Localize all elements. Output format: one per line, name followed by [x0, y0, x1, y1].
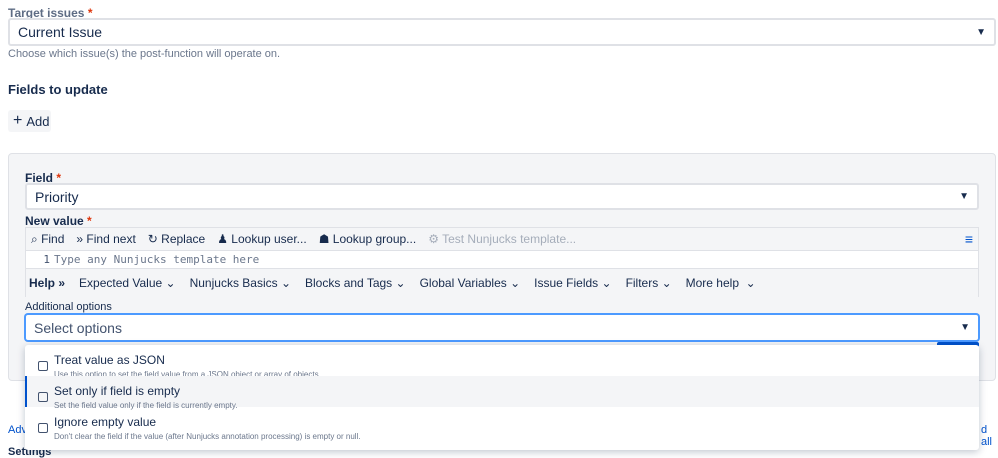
checkbox[interactable] [38, 423, 48, 433]
editor-placeholder[interactable]: Type any Nunjucks template here [54, 253, 259, 266]
add-button[interactable]: + Add [8, 110, 51, 132]
chevron-down-icon: ▼ [960, 322, 970, 333]
field-select[interactable]: Priority ▼ [25, 183, 979, 210]
fields-section-title: Fields to update [8, 82, 108, 97]
template-editor: ⌕ Find » Find next ↻ Replace ♟ Lookup us… [25, 227, 979, 297]
help-menu-more-help[interactable]: More help ⌄ [686, 276, 756, 290]
test-template-button[interactable]: ⚙ Test Nunjucks template... [428, 232, 576, 246]
help-menu-blocks-and-tags[interactable]: Blocks and Tags ⌄ [305, 276, 406, 290]
lookup-user-button[interactable]: ♟ Lookup user... [217, 232, 306, 246]
additional-options-label: Additional options [25, 301, 112, 313]
help-menu-global-variables[interactable]: Global Variables ⌄ [420, 276, 521, 290]
option-treat-json[interactable]: Treat value as JSON Use this option to se… [25, 345, 979, 379]
new-value-label: New value * [25, 214, 92, 228]
lookup-group-button[interactable]: ☗ Lookup group... [319, 232, 417, 246]
help-menu-expected-value[interactable]: Expected Value ⌄ [79, 276, 176, 290]
editor-line[interactable]: 1 Type any Nunjucks template here [26, 251, 978, 269]
help-menu-nunjucks-basics[interactable]: Nunjucks Basics ⌄ [190, 276, 291, 290]
find-next-button[interactable]: » Find next [76, 232, 135, 246]
help-menu-filters[interactable]: Filters ⌄ [626, 276, 672, 290]
wrap-icon[interactable]: ≡ [965, 231, 973, 247]
option-ignore-empty[interactable]: Ignore empty value Don't clear the field … [25, 407, 979, 441]
help-label: Help » [29, 276, 66, 290]
plus-icon: + [13, 112, 23, 129]
editor-toolbar: ⌕ Find » Find next ↻ Replace ♟ Lookup us… [26, 228, 978, 251]
help-menu-issue-fields[interactable]: Issue Fields ⌄ [534, 276, 611, 290]
checkbox[interactable] [38, 392, 48, 402]
target-issues-help: Choose which issue(s) the post-function … [8, 48, 281, 60]
replace-button[interactable]: ↻ Replace [148, 232, 205, 246]
find-button[interactable]: ⌕ Find [31, 232, 64, 247]
chevron-down-icon: ▼ [976, 26, 986, 38]
expand-all-link[interactable]: d all [981, 424, 998, 448]
target-issues-select[interactable]: Current Issue ▼ [8, 18, 996, 46]
option-set-if-empty[interactable]: Set only if field is empty Set the field … [25, 376, 979, 410]
line-number: 1 [43, 253, 50, 266]
help-bar: Help » Expected Value ⌄ Nunjucks Basics … [26, 269, 978, 297]
checkbox[interactable] [38, 361, 48, 371]
chevron-down-icon: ▼ [959, 191, 969, 202]
additional-options-select[interactable]: Select options ▼ [25, 314, 979, 341]
options-dropdown: Treat value as JSON Use this option to se… [25, 345, 979, 450]
